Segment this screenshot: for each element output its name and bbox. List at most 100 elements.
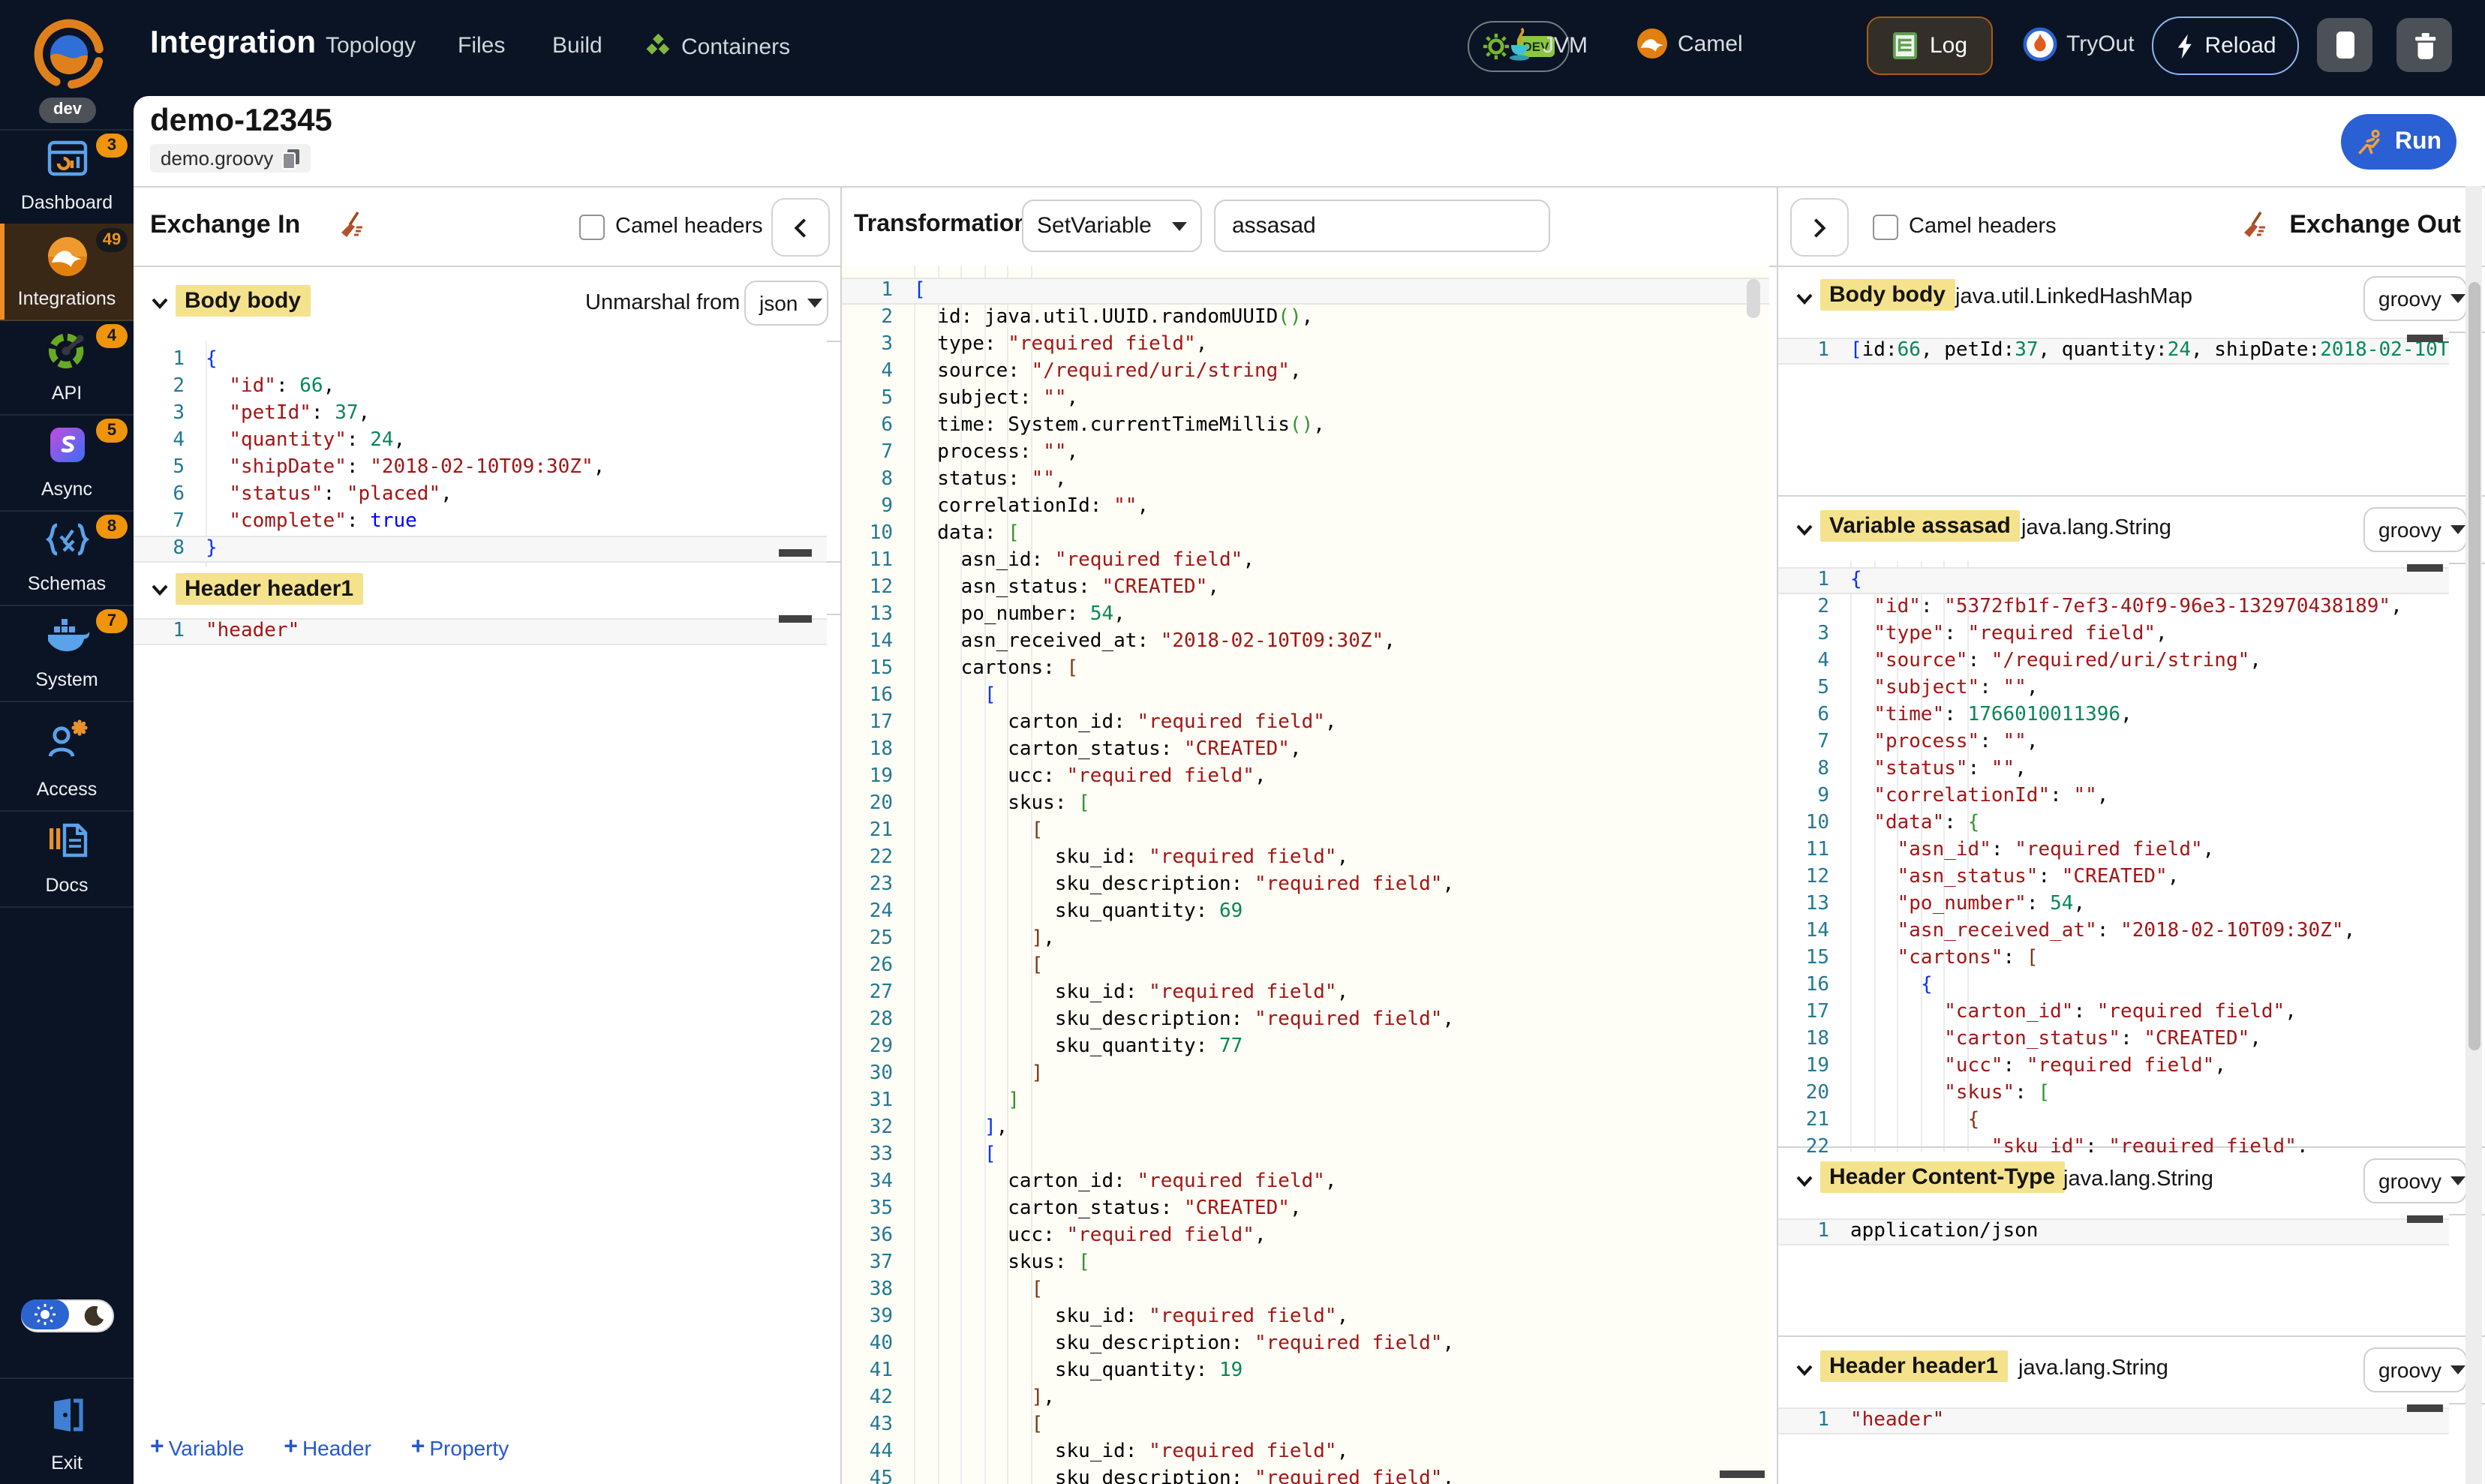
panel-scrollbar-thumb[interactable] — [2468, 282, 2480, 1050]
collapse-left-button[interactable] — [771, 198, 830, 257]
theme-toggle[interactable] — [21, 1299, 114, 1332]
collapse-right-button[interactable] — [1790, 198, 1849, 257]
lang-select[interactable]: groovy — [2363, 1158, 2467, 1203]
section-label: Header header1 — [176, 573, 362, 605]
nav-files[interactable]: Files — [458, 33, 505, 59]
camel-button[interactable]: Camel — [1636, 27, 1743, 60]
broom-icon[interactable] — [338, 210, 368, 240]
tryout-button[interactable]: TryOut — [2023, 27, 2135, 62]
reload-button[interactable]: Reload — [2152, 17, 2299, 75]
jvm-icon — [1507, 27, 1534, 63]
lang-select[interactable]: groovy — [2363, 507, 2467, 552]
section-label: Body body — [176, 285, 310, 317]
jvm-button[interactable]: JVM — [1507, 27, 1588, 63]
add-variable-button[interactable]: +Variable — [150, 1434, 244, 1461]
chevron-down-icon[interactable] — [1796, 1364, 1813, 1376]
lang-select[interactable]: groovy — [2363, 276, 2467, 321]
sidebar-item-integrations[interactable]: 49 Integrations — [0, 224, 134, 321]
badge: 7 — [96, 609, 128, 633]
file-name-chip[interactable]: demo.groovy — [150, 144, 311, 173]
chevron-down-icon[interactable] — [152, 297, 168, 309]
stop-icon — [2334, 30, 2355, 60]
hscroll-thumb[interactable] — [779, 615, 812, 623]
operation-select[interactable]: SetVariable — [1022, 200, 1202, 252]
transformation-title: Transformation — [854, 212, 1029, 239]
sidebar-item-access[interactable]: Access — [0, 701, 134, 812]
chevron-left-icon — [794, 217, 807, 238]
add-property-button[interactable]: +Property — [411, 1434, 509, 1461]
chevron-down-icon[interactable] — [1796, 1175, 1813, 1187]
sidebar-item-system[interactable]: 7 System — [0, 605, 134, 702]
run-button[interactable]: Run — [2341, 114, 2456, 170]
sidebar-item-exit[interactable]: Exit — [0, 1379, 134, 1484]
header1-editor[interactable]: 1"header" — [134, 612, 827, 768]
add-header-button[interactable]: +Header — [284, 1434, 371, 1461]
badge: 3 — [96, 134, 128, 158]
lang-select[interactable]: groovy — [2363, 1347, 2467, 1392]
unmarshal-label: Unmarshal from — [585, 291, 740, 315]
page-title: demo-12345 — [150, 104, 332, 140]
caret-icon — [2450, 1176, 2465, 1185]
exchange-in-header: Exchange In Camel headers — [134, 186, 840, 267]
plus-icon: + — [150, 1434, 164, 1461]
app-root: Integration Topology Files Build Contain… — [0, 0, 2485, 1484]
plus-icon: + — [284, 1434, 298, 1461]
integrations-camel-icon — [44, 234, 89, 279]
sidebar-item-dashboard[interactable]: 3 Dashboard — [0, 129, 134, 225]
vscroll-thumb[interactable] — [1747, 279, 1760, 318]
chevron-right-icon — [1813, 217, 1826, 238]
trash-icon — [2411, 31, 2437, 59]
dashboard-icon — [46, 140, 88, 179]
sidebar-item-async[interactable]: 5 Async — [0, 414, 134, 512]
nav-topology[interactable]: Topology — [326, 33, 416, 59]
transformation-panel: Transformation SetVariable 1[2 id: java.… — [842, 186, 1777, 1484]
caret-icon — [2450, 294, 2465, 303]
camel-headers-checkbox[interactable] — [579, 215, 605, 240]
out-variable-editor[interactable]: 1{2 "id": "5372fb1f-7ef3-40f9-96e3-13297… — [1778, 561, 2449, 1152]
nav-build[interactable]: Build — [552, 33, 602, 59]
hscroll-thumb[interactable] — [2407, 564, 2443, 572]
gear-icon — [1483, 33, 1510, 60]
exit-door-icon — [44, 1395, 89, 1434]
transformation-header: Transformation SetVariable — [842, 186, 1777, 267]
out-header1-section-header: Header header1 java.lang.String groovy — [1778, 1335, 2485, 1404]
camel-headers-checkbox[interactable] — [1873, 215, 1898, 240]
lightning-icon — [2174, 31, 2194, 61]
hscroll-thumb[interactable] — [1720, 1470, 1765, 1478]
out-header1-editor[interactable]: 1"header" — [1778, 1401, 2449, 1484]
caret-icon — [807, 299, 822, 308]
out-content-type-editor[interactable]: 1application/json — [1778, 1212, 2449, 1341]
app-title[interactable]: Integration — [150, 26, 316, 62]
chevron-down-icon[interactable] — [1796, 524, 1813, 536]
hscroll-thumb[interactable] — [779, 549, 812, 557]
hscroll-thumb[interactable] — [2407, 335, 2443, 342]
delete-button[interactable] — [2396, 18, 2452, 72]
sidebar-item-docs[interactable]: Docs — [0, 810, 134, 908]
transformation-editor[interactable]: 1[2 id: java.util.UUID.randomUUID(),3 ty… — [842, 266, 1769, 1484]
out-body-section-header: Body body java.util.LinkedHashMap groovy — [1778, 266, 2485, 333]
exchange-in-panel: Exchange In Camel headers Body body Unm — [134, 186, 840, 1484]
hscroll-thumb[interactable] — [2407, 1404, 2443, 1412]
app-logo-icon[interactable] — [32, 17, 107, 92]
copy-icon[interactable] — [282, 148, 300, 169]
chevron-down-icon[interactable] — [1796, 293, 1813, 305]
nav-containers[interactable]: Containers — [645, 33, 790, 65]
camel-icon — [1636, 27, 1669, 60]
hscroll-thumb[interactable] — [2407, 1215, 2443, 1223]
value-type-label: java.lang.String — [2021, 516, 2171, 540]
broom-icon[interactable] — [2240, 210, 2270, 240]
body-body-section-header: Body body Unmarshal from json — [134, 266, 840, 342]
section-label: Header Content-Type — [1820, 1161, 2064, 1193]
stop-button[interactable] — [2317, 18, 2372, 72]
target-name-input[interactable] — [1214, 200, 1550, 252]
value-type-label: java.lang.String — [2063, 1167, 2213, 1191]
sidebar-item-schemas[interactable]: 8 Schemas — [0, 510, 134, 606]
log-button[interactable]: Log — [1867, 17, 1993, 75]
chevron-down-icon[interactable] — [152, 584, 168, 596]
format-select[interactable]: json — [744, 281, 828, 326]
header1-section-header: Header header1 — [134, 561, 840, 615]
sidebar-item-api[interactable]: 4 API — [0, 320, 134, 416]
badge: 5 — [96, 419, 128, 443]
body-body-editor[interactable]: 1{2 "id": 66,3 "petId": 37,4 "quantity":… — [134, 341, 827, 567]
out-body-editor[interactable]: 1[id:66, petId:37, quantity:24, shipDate… — [1778, 332, 2449, 501]
